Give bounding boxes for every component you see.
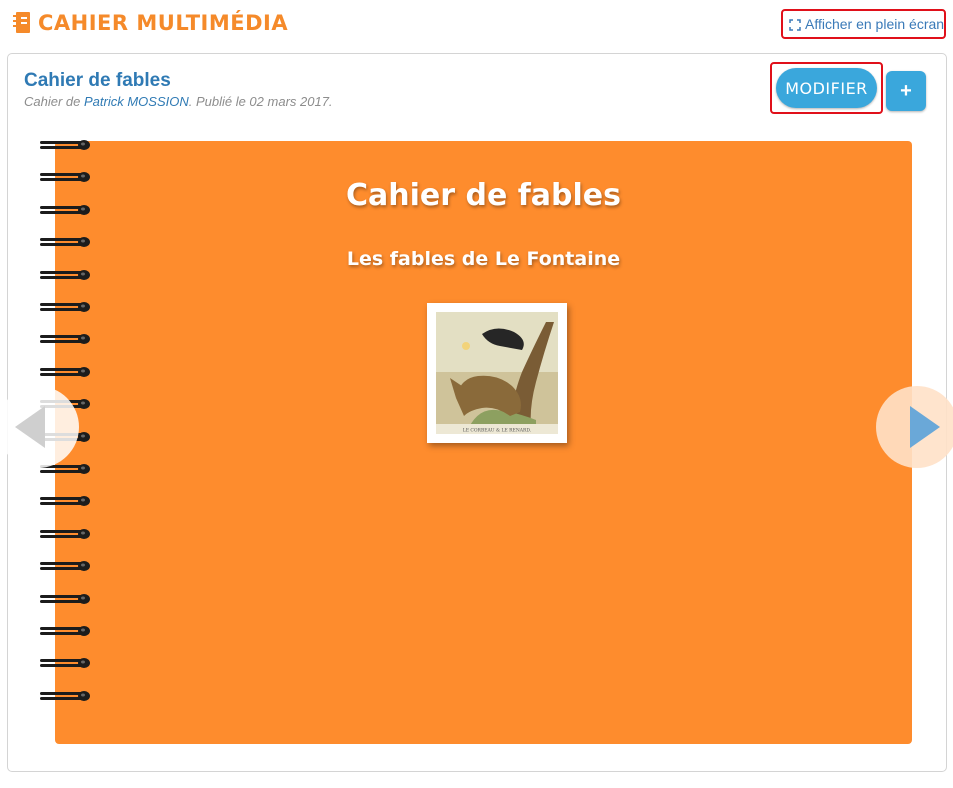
- spiral-ring: [40, 689, 96, 701]
- notebook-meta: Cahier de Patrick MOSSION. Publié le 02 …: [24, 94, 333, 109]
- spiral-ring: [40, 300, 96, 312]
- spiral-ring: [40, 624, 96, 636]
- notebook-icon: [12, 11, 32, 35]
- arrow-right-icon: [910, 406, 940, 448]
- spiral-ring: [40, 592, 96, 604]
- cover-image[interactable]: LE CORBEAU & LE RENARD.: [427, 303, 567, 443]
- spiral-ring: [40, 203, 96, 215]
- spiral-binding: [40, 140, 96, 778]
- spiral-ring: [40, 527, 96, 539]
- modify-highlight: MODIFIER: [770, 62, 883, 114]
- meta-prefix: Cahier de: [24, 94, 84, 109]
- spiral-ring: [40, 235, 96, 248]
- cover-subtitle: Les fables de Le Fontaine: [346, 248, 621, 270]
- cover-title: Cahier de fables: [345, 178, 621, 213]
- app-header: CAHIER MULTIMÉDIA: [12, 8, 288, 38]
- author-link[interactable]: Patrick MOSSION: [84, 94, 189, 109]
- fullscreen-button[interactable]: Afficher en plein écran: [781, 9, 946, 39]
- app-title: CAHIER MULTIMÉDIA: [38, 11, 289, 35]
- modify-button[interactable]: MODIFIER: [776, 68, 877, 108]
- spiral-ring: [40, 170, 96, 183]
- image-caption: LE CORBEAU & LE RENARD.: [463, 428, 532, 434]
- notebook-card: Cahier de fables Cahier de Patrick MOSSI…: [7, 53, 947, 772]
- add-button[interactable]: +: [886, 71, 926, 111]
- previous-page-button[interactable]: [0, 386, 79, 468]
- notebook-cover[interactable]: Cahier de fables Les fables de Le Fontai…: [55, 141, 912, 744]
- spiral-ring: [40, 365, 96, 377]
- notebook-title[interactable]: Cahier de fables: [24, 70, 171, 92]
- next-page-button[interactable]: [876, 386, 953, 468]
- fullscreen-label: Afficher en plein écran: [805, 16, 945, 32]
- spiral-ring: [40, 332, 96, 345]
- arrow-left-icon: [15, 406, 45, 448]
- spiral-ring: [40, 138, 96, 150]
- spiral-ring: [40, 268, 96, 280]
- fullscreen-icon: [789, 18, 801, 31]
- spiral-ring: [40, 494, 96, 507]
- spiral-ring: [40, 559, 96, 572]
- spiral-ring: [40, 656, 96, 669]
- meta-suffix: . Publié le 02 mars 2017.: [188, 94, 333, 109]
